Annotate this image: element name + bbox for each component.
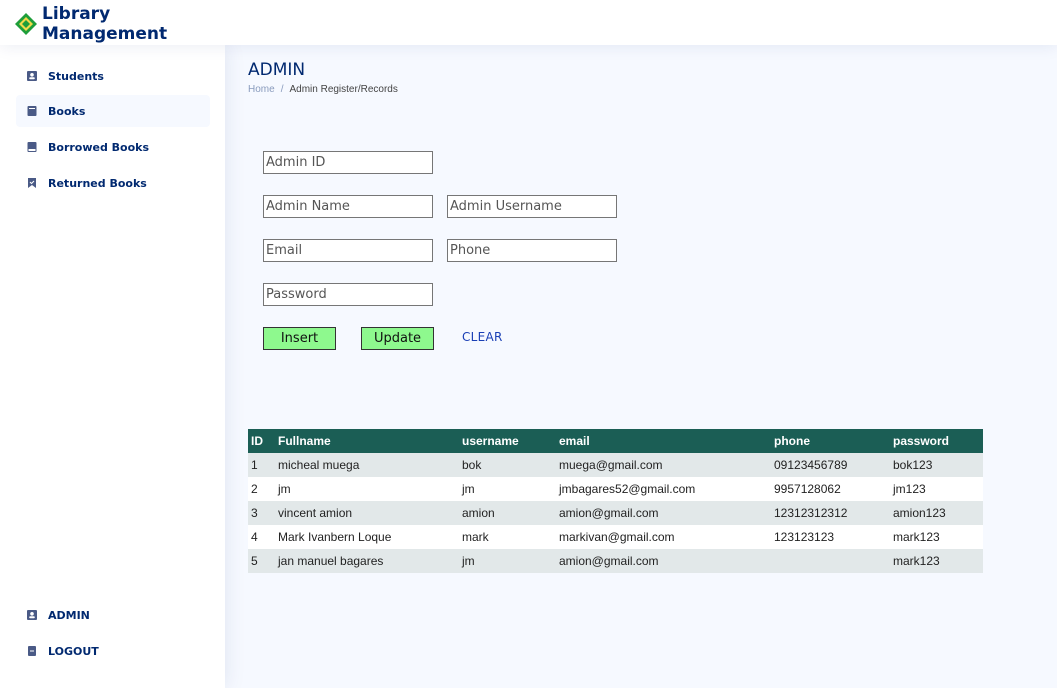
admin-id-field[interactable] [263, 151, 433, 174]
cell-phone: 12312312312 [771, 501, 890, 525]
sidebar: Students Books Borrowed Books Returned B… [0, 45, 225, 688]
column-header-id: ID [248, 429, 275, 453]
sidebar-item-label: Returned Books [48, 176, 147, 190]
cell-id: 5 [248, 549, 275, 573]
bookmark-icon [28, 178, 36, 188]
sidebar-item-label: ADMIN [48, 608, 90, 622]
cell-email: amion@gmail.com [556, 549, 771, 573]
cell-fullname: micheal muega [275, 453, 459, 477]
cell-password: jm123 [890, 477, 983, 501]
sidebar-item-students[interactable]: Students [16, 60, 210, 92]
cell-username: mark [459, 525, 556, 549]
cell-phone [771, 549, 890, 573]
cell-phone: 9957128062 [771, 477, 890, 501]
book-icon [27, 106, 37, 116]
cell-username: jm [459, 477, 556, 501]
cell-password: bok123 [890, 453, 983, 477]
password-field[interactable] [263, 283, 433, 306]
admin-records-table: ID Fullname username email phone passwor… [248, 429, 983, 573]
column-header-username: username [459, 429, 556, 453]
table-header-row: ID Fullname username email phone passwor… [248, 429, 983, 453]
app-title-line-1: Library [42, 4, 111, 24]
borrowed-book-icon [27, 142, 37, 152]
phone-field[interactable] [447, 239, 617, 262]
cell-email: amion@gmail.com [556, 501, 771, 525]
table-row[interactable]: 2 jm jm jmbagares52@gmail.com 9957128062… [248, 477, 983, 501]
sidebar-item-label: Borrowed Books [48, 140, 150, 154]
sidebar-item-returned-books[interactable]: Returned Books [16, 167, 210, 199]
cell-fullname: jan manuel bagares [275, 549, 459, 573]
app-logo[interactable]: Library Management [14, 4, 167, 44]
cell-username: amion [459, 501, 556, 525]
sidebar-item-label: Books [48, 104, 86, 118]
admin-icon [27, 610, 37, 620]
app-title-line-2: Management [42, 24, 168, 44]
sidebar-item-borrowed-books[interactable]: Borrowed Books [16, 131, 210, 163]
cell-fullname: Mark Ivanbern Loque [275, 525, 459, 549]
breadcrumb-home-link[interactable]: Home [248, 84, 275, 95]
table-row[interactable]: 1 micheal muega bok muega@gmail.com 0912… [248, 453, 983, 477]
breadcrumb: Home / Admin Register/Records [248, 84, 398, 95]
app-title: Library Management [42, 4, 167, 44]
column-header-password: password [890, 429, 983, 453]
cell-password: amion123 [890, 501, 983, 525]
cell-phone: 123123123 [771, 525, 890, 549]
insert-button[interactable]: Insert [263, 327, 336, 350]
cell-fullname: jm [275, 477, 459, 501]
table-row[interactable]: 3 vincent amion amion amion@gmail.com 12… [248, 501, 983, 525]
sidebar-item-books[interactable]: Books [16, 95, 210, 127]
cell-password: mark123 [890, 549, 983, 573]
sidebar-item-admin[interactable]: ADMIN [16, 599, 210, 631]
cell-id: 1 [248, 453, 275, 477]
update-button[interactable]: Update [361, 327, 434, 350]
email-field[interactable] [263, 239, 433, 262]
page-title: ADMIN [248, 60, 306, 80]
top-header: Library Management [0, 0, 1057, 45]
cell-phone: 09123456789 [771, 453, 890, 477]
cell-username: jm [459, 549, 556, 573]
cell-id: 4 [248, 525, 275, 549]
table-row[interactable]: 5 jan manuel bagares jm amion@gmail.com … [248, 549, 983, 573]
column-header-phone: phone [771, 429, 890, 453]
sidebar-item-label: Students [48, 69, 104, 83]
cell-id: 3 [248, 501, 275, 525]
logout-icon [28, 646, 36, 656]
cell-email: markivan@gmail.com [556, 525, 771, 549]
admin-name-field[interactable] [263, 195, 433, 218]
students-icon [27, 71, 37, 81]
admin-username-field[interactable] [447, 195, 617, 218]
cell-fullname: vincent amion [275, 501, 459, 525]
cell-email: jmbagares52@gmail.com [556, 477, 771, 501]
sidebar-item-label: LOGOUT [48, 644, 99, 658]
breadcrumb-separator: / [280, 84, 284, 95]
cell-id: 2 [248, 477, 275, 501]
clear-button[interactable]: CLEAR [462, 330, 503, 344]
cell-username: bok [459, 453, 556, 477]
column-header-email: email [556, 429, 771, 453]
column-header-fullname: Fullname [275, 429, 459, 453]
table-row[interactable]: 4 Mark Ivanbern Loque mark markivan@gmai… [248, 525, 983, 549]
cell-email: muega@gmail.com [556, 453, 771, 477]
breadcrumb-current: Admin Register/Records [289, 84, 398, 95]
cell-password: mark123 [890, 525, 983, 549]
library-logo-icon [15, 13, 37, 35]
sidebar-item-logout[interactable]: LOGOUT [16, 635, 210, 667]
